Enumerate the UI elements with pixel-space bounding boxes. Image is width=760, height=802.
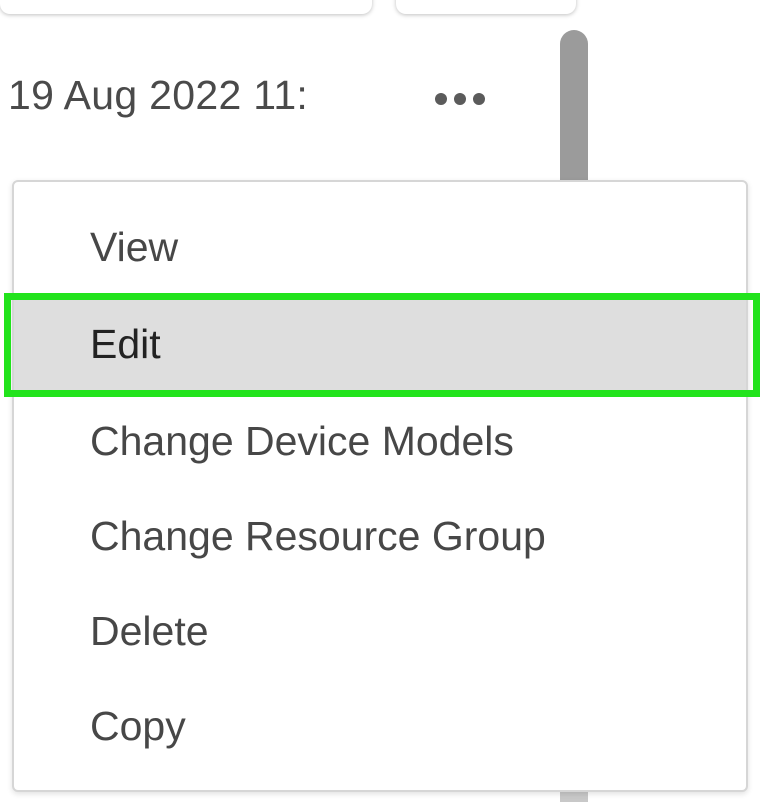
menu-item-copy[interactable]: Copy (14, 679, 746, 773)
menu-item-edit[interactable]: Edit (14, 297, 746, 391)
top-control-fragment (0, 0, 372, 14)
scrollbar-thumb[interactable] (560, 30, 588, 205)
more-horizontal-icon (473, 93, 485, 105)
row-actions-menu: View Edit Change Device Models Change Re… (12, 180, 748, 792)
menu-item-change-resource-group[interactable]: Change Resource Group (14, 489, 746, 583)
row-timestamp: 19 Aug 2022 11: (8, 72, 309, 118)
more-horizontal-icon (435, 93, 447, 105)
menu-item-view[interactable]: View (14, 200, 746, 294)
more-horizontal-icon (454, 93, 466, 105)
menu-item-change-device-models[interactable]: Change Device Models (14, 394, 746, 488)
menu-item-delete[interactable]: Delete (14, 584, 746, 678)
screenshot-stage: 19 Aug 2022 11: View Edit Change Device … (0, 0, 760, 802)
top-control-fragment (396, 0, 576, 14)
more-actions-button[interactable] (424, 74, 496, 124)
